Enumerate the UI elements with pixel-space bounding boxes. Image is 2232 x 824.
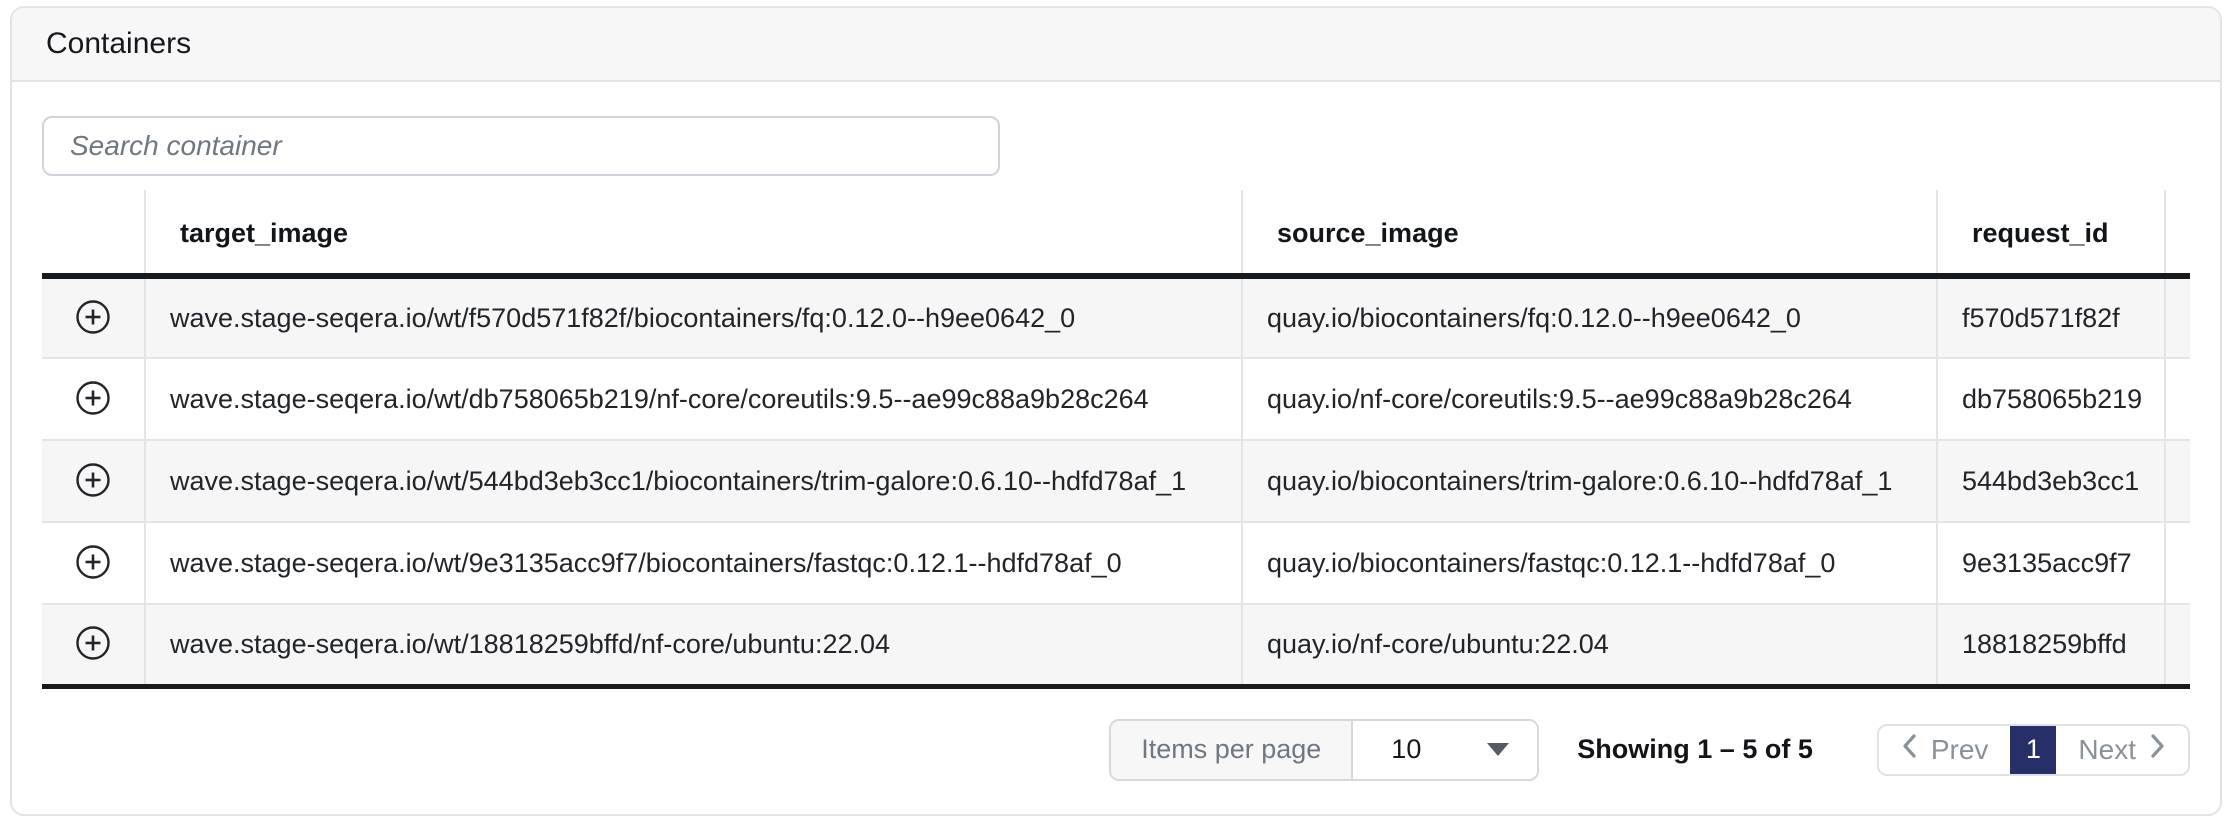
pager-control: Prev 1 Next [1877,724,2190,776]
expand-row-button[interactable] [71,459,115,503]
cell-source-image: quay.io/biocontainers/trim-galore:0.6.10… [1242,440,1937,522]
column-header-target-image: target_image [145,190,1242,276]
chevron-left-icon [1901,733,1917,766]
page-title: Containers [46,27,191,61]
plus-circle-icon [75,299,111,338]
prev-page-label: Prev [1931,734,1989,766]
cell-request-id: 9e3135acc9f7 [1937,522,2165,604]
next-page-label: Next [2078,734,2136,766]
cell-request-id: db758065b219 [1937,358,2165,440]
items-per-page-select[interactable]: 10 [1353,721,1537,779]
search-input[interactable] [42,116,1000,176]
expand-row-button[interactable] [71,541,115,585]
table-row: wave.stage-seqera.io/wt/544bd3eb3cc1/bio… [42,440,2190,522]
cell-source-image: quay.io/biocontainers/fastqc:0.12.1--hdf… [1242,522,1937,604]
column-header-request-id: request_id [1937,190,2165,276]
containers-card: Containers target_image source_image req… [10,6,2222,816]
plus-circle-icon [75,544,111,583]
expand-row-button[interactable] [71,622,115,666]
plus-circle-icon [75,625,111,664]
card-body: target_image source_image request_id [12,82,2220,801]
cell-source-image: quay.io/nf-core/coreutils:9.5--ae99c88a9… [1242,358,1937,440]
cell-request-id: f570d571f82f [1937,276,2165,358]
spacer-column-header [2165,190,2190,276]
containers-table: target_image source_image request_id [42,190,2190,689]
cell-target-image: wave.stage-seqera.io/wt/f570d571f82f/bio… [145,276,1242,358]
table-row: wave.stage-seqera.io/wt/db758065b219/nf-… [42,358,2190,440]
current-page-button[interactable]: 1 [2010,726,2056,774]
items-per-page-value: 10 [1391,734,1421,765]
cell-spacer [2165,440,2190,522]
cell-target-image: wave.stage-seqera.io/wt/18818259bffd/nf-… [145,604,1242,686]
next-page-button[interactable]: Next [2056,726,2188,774]
card-header: Containers [12,8,2220,82]
cell-target-image: wave.stage-seqera.io/wt/544bd3eb3cc1/bio… [145,440,1242,522]
expand-row-button[interactable] [71,296,115,340]
plus-circle-icon [75,380,111,419]
table-row: wave.stage-seqera.io/wt/18818259bffd/nf-… [42,604,2190,686]
pagination-bar: Items per page 10 Showing 1 – 5 of 5 Pre… [42,719,2190,781]
cell-source-image: quay.io/biocontainers/fq:0.12.0--h9ee064… [1242,276,1937,358]
table-row: wave.stage-seqera.io/wt/9e3135acc9f7/bio… [42,522,2190,604]
table-row: wave.stage-seqera.io/wt/f570d571f82f/bio… [42,276,2190,358]
cell-target-image: wave.stage-seqera.io/wt/db758065b219/nf-… [145,358,1242,440]
cell-spacer [2165,522,2190,604]
caret-down-icon [1487,743,1509,756]
expand-column-header [42,190,145,276]
cell-request-id: 544bd3eb3cc1 [1937,440,2165,522]
plus-circle-icon [75,462,111,501]
column-header-source-image: source_image [1242,190,1937,276]
prev-page-button[interactable]: Prev [1879,726,2011,774]
cell-request-id: 18818259bffd [1937,604,2165,686]
expand-row-button[interactable] [71,377,115,421]
table-header-row: target_image source_image request_id [42,190,2190,276]
cell-spacer [2165,358,2190,440]
items-per-page-label: Items per page [1111,721,1353,779]
cell-source-image: quay.io/nf-core/ubuntu:22.04 [1242,604,1937,686]
cell-spacer [2165,604,2190,686]
showing-range-text: Showing 1 – 5 of 5 [1577,734,1813,765]
cell-target-image: wave.stage-seqera.io/wt/9e3135acc9f7/bio… [145,522,1242,604]
chevron-right-icon [2150,733,2166,766]
cell-spacer [2165,276,2190,358]
items-per-page-group: Items per page 10 [1109,719,1539,781]
